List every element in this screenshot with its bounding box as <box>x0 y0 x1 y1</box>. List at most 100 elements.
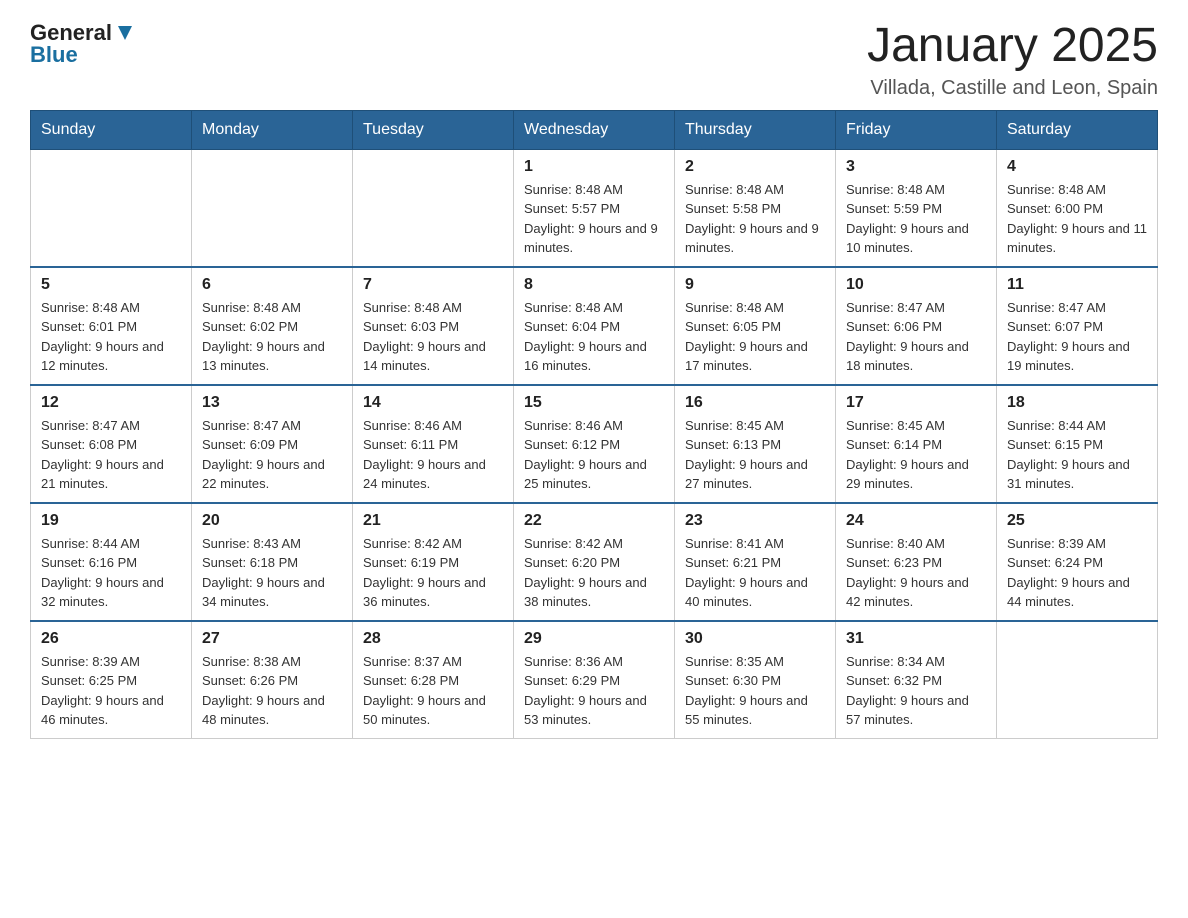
day-number: 21 <box>363 512 503 530</box>
day-number: 5 <box>41 276 181 294</box>
calendar-cell: 13 Sunrise: 8:47 AM Sunset: 6:09 PM Dayli… <box>192 385 353 503</box>
day-info: Sunrise: 8:44 AM Sunset: 6:15 PM Dayligh… <box>1007 416 1147 494</box>
day-number: 12 <box>41 394 181 412</box>
day-info: Sunrise: 8:48 AM Sunset: 6:00 PM Dayligh… <box>1007 180 1147 258</box>
day-info: Sunrise: 8:47 AM Sunset: 6:08 PM Dayligh… <box>41 416 181 494</box>
day-info: Sunrise: 8:38 AM Sunset: 6:26 PM Dayligh… <box>202 652 342 730</box>
day-info: Sunrise: 8:47 AM Sunset: 6:07 PM Dayligh… <box>1007 298 1147 376</box>
day-info: Sunrise: 8:35 AM Sunset: 6:30 PM Dayligh… <box>685 652 825 730</box>
calendar-cell: 25Sunrise: 8:39 AM Sunset: 6:24 PM Dayli… <box>997 503 1158 621</box>
weekday-header-wednesday: Wednesday <box>514 110 675 149</box>
calendar-cell: 27 Sunrise: 8:38 AM Sunset: 6:26 PM Dayli… <box>192 621 353 739</box>
calendar-cell <box>353 149 514 267</box>
day-number: 9 <box>685 276 825 294</box>
calendar-cell: 16 Sunrise: 8:45 AM Sunset: 6:13 PM Dayli… <box>675 385 836 503</box>
calendar-cell <box>997 621 1158 739</box>
day-info: Sunrise: 8:47 AM Sunset: 6:09 PM Dayligh… <box>202 416 342 494</box>
day-number: 18 <box>1007 394 1147 412</box>
day-number: 29 <box>524 630 664 648</box>
calendar-cell: 17 Sunrise: 8:45 AM Sunset: 6:14 PM Dayli… <box>836 385 997 503</box>
logo-triangle-icon <box>114 22 136 44</box>
day-number: 8 <box>524 276 664 294</box>
day-info: Sunrise: 8:37 AM Sunset: 6:28 PM Dayligh… <box>363 652 503 730</box>
day-number: 30 <box>685 630 825 648</box>
calendar-cell: 1 Sunrise: 8:48 AM Sunset: 5:57 PM Daylig… <box>514 149 675 267</box>
logo: General Blue <box>30 20 136 68</box>
day-info: Sunrise: 8:44 AM Sunset: 6:16 PM Dayligh… <box>41 534 181 612</box>
calendar-cell: 21 Sunrise: 8:42 AM Sunset: 6:19 PM Dayli… <box>353 503 514 621</box>
day-number: 20 <box>202 512 342 530</box>
calendar-cell: 3 Sunrise: 8:48 AM Sunset: 5:59 PM Daylig… <box>836 149 997 267</box>
day-number: 28 <box>363 630 503 648</box>
calendar-cell: 11 Sunrise: 8:47 AM Sunset: 6:07 PM Dayli… <box>997 267 1158 385</box>
day-info: Sunrise: 8:48 AM Sunset: 5:57 PM Dayligh… <box>524 180 664 258</box>
day-number: 19 <box>41 512 181 530</box>
day-number: 31 <box>846 630 986 648</box>
weekday-header-friday: Friday <box>836 110 997 149</box>
calendar-cell: 9 Sunrise: 8:48 AM Sunset: 6:05 PM Daylig… <box>675 267 836 385</box>
day-info: Sunrise: 8:47 AM Sunset: 6:06 PM Dayligh… <box>846 298 986 376</box>
day-info: Sunrise: 8:42 AM Sunset: 6:19 PM Dayligh… <box>363 534 503 612</box>
calendar-cell: 28 Sunrise: 8:37 AM Sunset: 6:28 PM Dayli… <box>353 621 514 739</box>
day-number: 7 <box>363 276 503 294</box>
day-number: 1 <box>524 158 664 176</box>
weekday-header-thursday: Thursday <box>675 110 836 149</box>
day-number: 11 <box>1007 276 1147 294</box>
day-number: 13 <box>202 394 342 412</box>
calendar-cell: 6Sunrise: 8:48 AM Sunset: 6:02 PM Daylig… <box>192 267 353 385</box>
day-number: 27 <box>202 630 342 648</box>
weekday-header-sunday: Sunday <box>31 110 192 149</box>
day-info: Sunrise: 8:48 AM Sunset: 5:59 PM Dayligh… <box>846 180 986 258</box>
day-info: Sunrise: 8:41 AM Sunset: 6:21 PM Dayligh… <box>685 534 825 612</box>
logo-blue: Blue <box>30 42 78 68</box>
day-info: Sunrise: 8:45 AM Sunset: 6:14 PM Dayligh… <box>846 416 986 494</box>
calendar-cell: 12 Sunrise: 8:47 AM Sunset: 6:08 PM Dayli… <box>31 385 192 503</box>
day-number: 17 <box>846 394 986 412</box>
day-info: Sunrise: 8:34 AM Sunset: 6:32 PM Dayligh… <box>846 652 986 730</box>
calendar-cell: 20 Sunrise: 8:43 AM Sunset: 6:18 PM Dayli… <box>192 503 353 621</box>
page-header: General Blue January 2025 Villada, Casti… <box>30 20 1158 100</box>
calendar-week-row: 12 Sunrise: 8:47 AM Sunset: 6:08 PM Dayli… <box>31 385 1158 503</box>
calendar-cell <box>192 149 353 267</box>
day-info: Sunrise: 8:46 AM Sunset: 6:11 PM Dayligh… <box>363 416 503 494</box>
calendar-cell: 30 Sunrise: 8:35 AM Sunset: 6:30 PM Dayli… <box>675 621 836 739</box>
calendar-week-row: 26Sunrise: 8:39 AM Sunset: 6:25 PM Dayli… <box>31 621 1158 739</box>
calendar-cell: 19 Sunrise: 8:44 AM Sunset: 6:16 PM Dayli… <box>31 503 192 621</box>
calendar-cell: 18 Sunrise: 8:44 AM Sunset: 6:15 PM Dayli… <box>997 385 1158 503</box>
weekday-header-monday: Monday <box>192 110 353 149</box>
day-number: 15 <box>524 394 664 412</box>
calendar-cell: 8Sunrise: 8:48 AM Sunset: 6:04 PM Daylig… <box>514 267 675 385</box>
day-number: 24 <box>846 512 986 530</box>
calendar-cell: 24 Sunrise: 8:40 AM Sunset: 6:23 PM Dayli… <box>836 503 997 621</box>
calendar-cell: 5Sunrise: 8:48 AM Sunset: 6:01 PM Daylig… <box>31 267 192 385</box>
calendar-body: 1 Sunrise: 8:48 AM Sunset: 5:57 PM Daylig… <box>31 149 1158 738</box>
day-info: Sunrise: 8:43 AM Sunset: 6:18 PM Dayligh… <box>202 534 342 612</box>
calendar-cell: 23 Sunrise: 8:41 AM Sunset: 6:21 PM Dayli… <box>675 503 836 621</box>
day-info: Sunrise: 8:42 AM Sunset: 6:20 PM Dayligh… <box>524 534 664 612</box>
calendar-week-row: 1 Sunrise: 8:48 AM Sunset: 5:57 PM Daylig… <box>31 149 1158 267</box>
calendar-cell: 4 Sunrise: 8:48 AM Sunset: 6:00 PM Daylig… <box>997 149 1158 267</box>
day-number: 4 <box>1007 158 1147 176</box>
day-number: 16 <box>685 394 825 412</box>
calendar-cell <box>31 149 192 267</box>
day-info: Sunrise: 8:48 AM Sunset: 6:05 PM Dayligh… <box>685 298 825 376</box>
calendar-cell: 2 Sunrise: 8:48 AM Sunset: 5:58 PM Daylig… <box>675 149 836 267</box>
calendar-week-row: 19 Sunrise: 8:44 AM Sunset: 6:16 PM Dayli… <box>31 503 1158 621</box>
weekday-header-tuesday: Tuesday <box>353 110 514 149</box>
calendar-cell: 31 Sunrise: 8:34 AM Sunset: 6:32 PM Dayli… <box>836 621 997 739</box>
calendar-table: SundayMondayTuesdayWednesdayThursdayFrid… <box>30 110 1158 739</box>
day-info: Sunrise: 8:48 AM Sunset: 6:03 PM Dayligh… <box>363 298 503 376</box>
calendar-cell: 7 Sunrise: 8:48 AM Sunset: 6:03 PM Daylig… <box>353 267 514 385</box>
day-number: 3 <box>846 158 986 176</box>
day-info: Sunrise: 8:45 AM Sunset: 6:13 PM Dayligh… <box>685 416 825 494</box>
calendar-cell: 26Sunrise: 8:39 AM Sunset: 6:25 PM Dayli… <box>31 621 192 739</box>
day-number: 2 <box>685 158 825 176</box>
day-info: Sunrise: 8:36 AM Sunset: 6:29 PM Dayligh… <box>524 652 664 730</box>
day-number: 23 <box>685 512 825 530</box>
day-info: Sunrise: 8:48 AM Sunset: 5:58 PM Dayligh… <box>685 180 825 258</box>
day-info: Sunrise: 8:40 AM Sunset: 6:23 PM Dayligh… <box>846 534 986 612</box>
day-number: 14 <box>363 394 503 412</box>
weekday-header-saturday: Saturday <box>997 110 1158 149</box>
calendar-cell: 10Sunrise: 8:47 AM Sunset: 6:06 PM Dayli… <box>836 267 997 385</box>
weekday-header-row: SundayMondayTuesdayWednesdayThursdayFrid… <box>31 110 1158 149</box>
